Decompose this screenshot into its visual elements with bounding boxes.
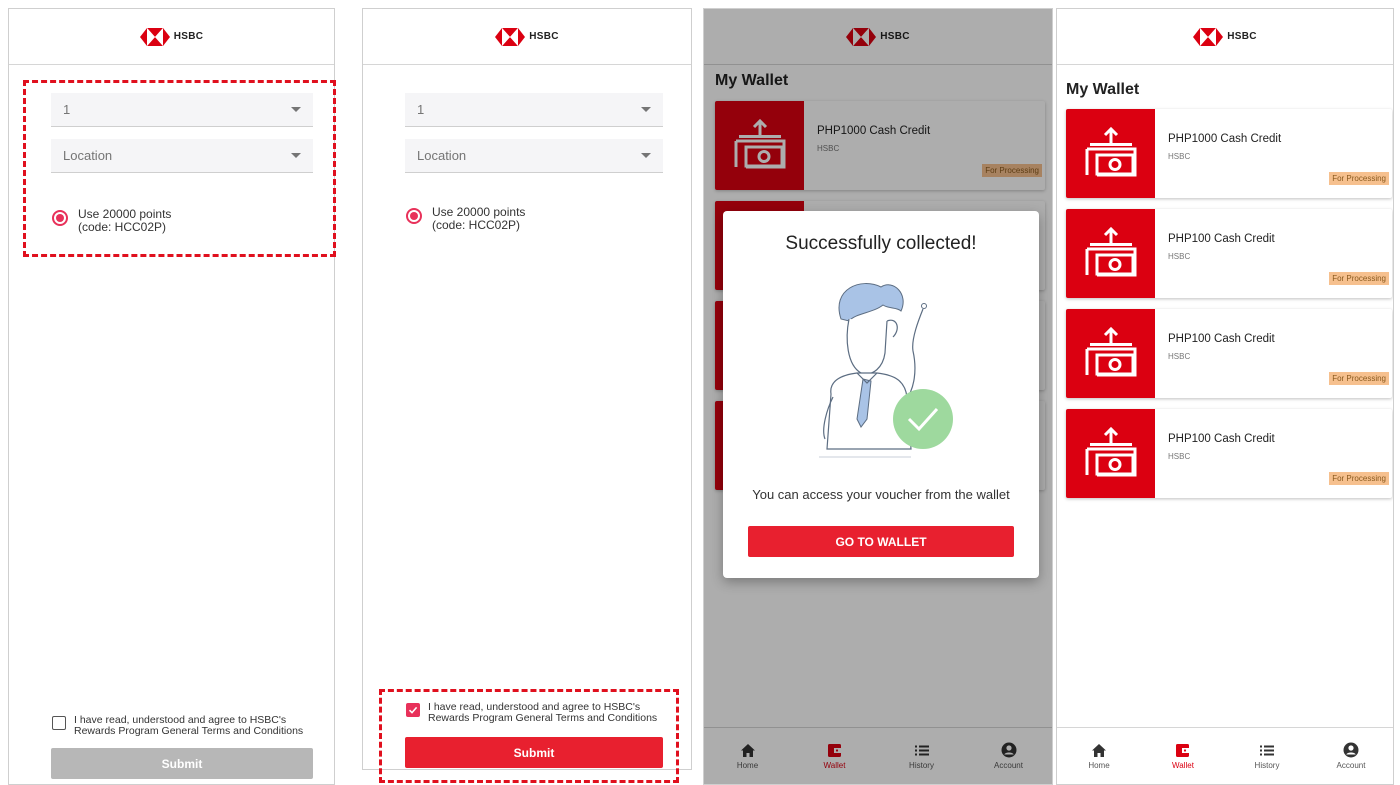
- quantity-select[interactable]: 1: [51, 93, 313, 127]
- account-icon: [1343, 742, 1359, 758]
- voucher-title: PHP100 Cash Credit: [1168, 333, 1275, 345]
- terms-checkbox-checked[interactable]: [406, 703, 420, 717]
- voucher-title: PHP100 Cash Credit: [1168, 233, 1275, 245]
- terms-row[interactable]: I have read, understood and agree to HSB…: [52, 715, 303, 737]
- chevron-down-icon: [291, 107, 301, 112]
- nav-history[interactable]: History: [1237, 743, 1297, 770]
- points-option[interactable]: Use 20000 points (code: HCC02P): [406, 206, 525, 232]
- brand-name: HSBC: [1227, 31, 1257, 42]
- voucher-issuer: HSBC: [1168, 152, 1191, 161]
- home-icon: [1092, 743, 1106, 757]
- app-header: HSBC: [363, 9, 691, 65]
- voucher-issuer: HSBC: [1168, 352, 1191, 361]
- radio-selected-icon[interactable]: [52, 210, 68, 226]
- cash-voucher-icon: [1066, 409, 1155, 498]
- quantity-value: 1: [63, 102, 71, 117]
- check-icon: [408, 706, 418, 714]
- voucher-title: PHP100 Cash Credit: [1168, 433, 1275, 445]
- modal-message: You can access your voucher from the wal…: [752, 487, 1010, 502]
- terms-row[interactable]: I have read, understood and agree to HSB…: [406, 702, 657, 724]
- bottom-nav: Home Wallet History Account: [1057, 727, 1393, 784]
- wallet-icon: [1176, 743, 1190, 757]
- go-to-wallet-button[interactable]: GO TO WALLET: [748, 526, 1014, 557]
- nav-wallet-label: Wallet: [1172, 760, 1194, 770]
- points-code: (code: HCC02P): [432, 218, 521, 232]
- chevron-down-icon: [641, 107, 651, 112]
- modal-title: Successfully collected!: [785, 233, 977, 254]
- wallet-title: My Wallet: [1066, 81, 1140, 98]
- nav-home[interactable]: Home: [1069, 743, 1129, 770]
- location-select[interactable]: Location: [51, 139, 313, 173]
- brand-name: HSBC: [529, 31, 559, 42]
- cash-voucher-icon: [1066, 209, 1155, 298]
- quantity-value: 1: [417, 102, 425, 117]
- location-placeholder: Location: [417, 148, 467, 163]
- status-badge: For Processing: [1329, 372, 1389, 385]
- nav-wallet[interactable]: Wallet: [1153, 743, 1213, 770]
- nav-home-label: Home: [1088, 760, 1110, 770]
- points-code: (code: HCC02P): [78, 220, 167, 234]
- screen-redeem-checked: HSBC 1 Location Use 20000 points (code: …: [362, 8, 692, 770]
- location-select[interactable]: Location: [405, 139, 663, 173]
- nav-account[interactable]: Account: [1321, 742, 1381, 770]
- app-header: HSBC: [9, 9, 334, 65]
- hsbc-logo-icon: [139, 27, 170, 46]
- terms-text-line2: Rewards Program General Terms and Condit…: [74, 725, 304, 737]
- cash-voucher-icon: [1066, 109, 1155, 198]
- status-badge: For Processing: [1329, 172, 1389, 185]
- voucher-issuer: HSBC: [1168, 252, 1191, 261]
- screen-redeem-unchecked: HSBC 1 Location Use 20000 points (code: …: [8, 8, 335, 785]
- screen-wallet: HSBC My Wallet PHP1000 Cash Credit HSBC …: [1056, 8, 1394, 785]
- history-icon: [1260, 745, 1274, 755]
- voucher-card[interactable]: PHP100 Cash Credit HSBC For Processing: [1066, 409, 1392, 498]
- app-header: HSBC: [1057, 9, 1393, 65]
- submit-button[interactable]: Submit: [51, 748, 313, 779]
- success-modal: Successfully collected! You can access y…: [723, 211, 1039, 578]
- voucher-issuer: HSBC: [1168, 452, 1191, 461]
- chevron-down-icon: [641, 153, 651, 158]
- quantity-select[interactable]: 1: [405, 93, 663, 127]
- brand-name: HSBC: [173, 31, 204, 42]
- voucher-card[interactable]: PHP1000 Cash Credit HSBC For Processing: [1066, 109, 1392, 198]
- hsbc-logo-icon: [1193, 27, 1224, 46]
- status-badge: For Processing: [1329, 272, 1389, 285]
- terms-text-line2: Rewards Program General Terms and Condit…: [428, 712, 658, 724]
- location-placeholder: Location: [63, 148, 113, 163]
- chevron-down-icon: [291, 153, 301, 158]
- man-with-checkmark-illustration: [819, 283, 953, 458]
- voucher-card[interactable]: PHP100 Cash Credit HSBC For Processing: [1066, 209, 1392, 298]
- status-badge: For Processing: [1329, 472, 1389, 485]
- radio-selected-icon[interactable]: [406, 208, 422, 224]
- screen-wallet-success-modal: HSBC My Wallet PHP1000 Cash Credit HSBC …: [703, 8, 1053, 785]
- points-option[interactable]: Use 20000 points (code: HCC02P): [52, 208, 171, 234]
- hsbc-logo-icon: [495, 27, 526, 46]
- terms-checkbox[interactable]: [52, 716, 66, 730]
- nav-history-label: History: [1254, 760, 1280, 770]
- nav-account-label: Account: [1336, 761, 1366, 770]
- submit-button[interactable]: Submit: [405, 737, 663, 768]
- voucher-title: PHP1000 Cash Credit: [1168, 133, 1282, 145]
- voucher-card[interactable]: PHP100 Cash Credit HSBC For Processing: [1066, 309, 1392, 398]
- cash-voucher-icon: [1066, 309, 1155, 398]
